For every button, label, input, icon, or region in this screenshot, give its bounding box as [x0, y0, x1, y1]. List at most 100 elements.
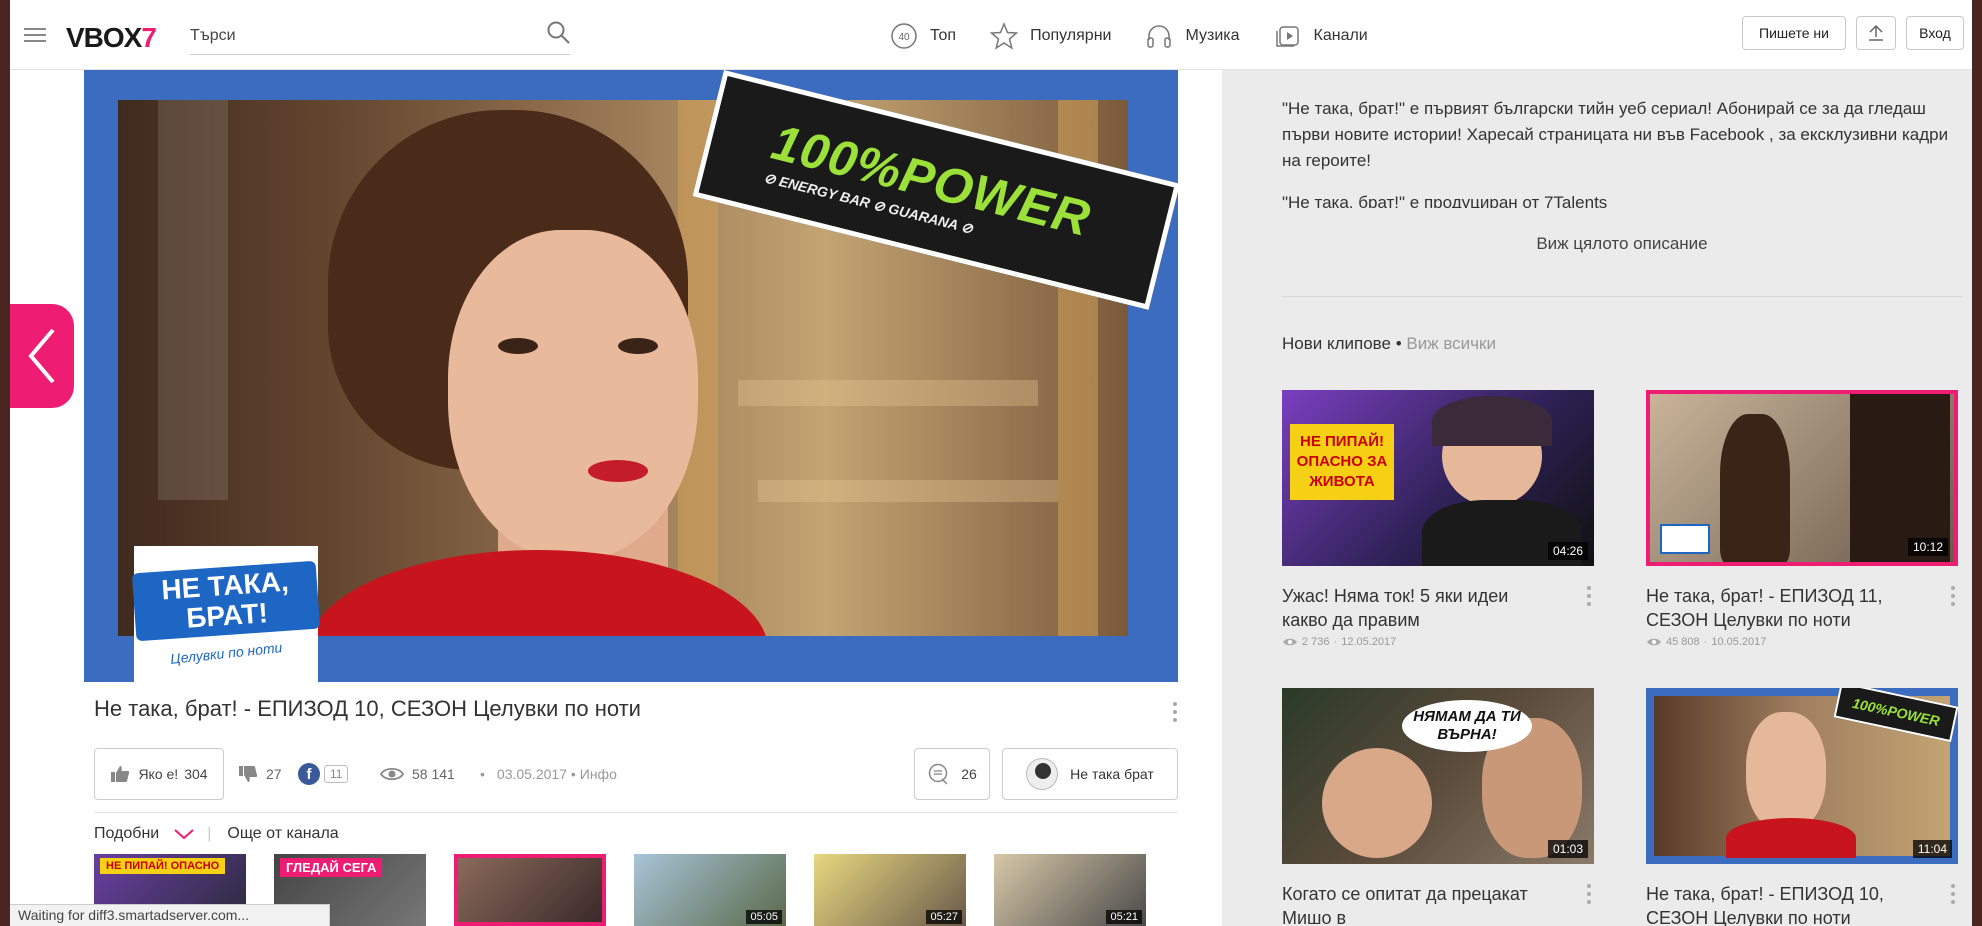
previous-video-button[interactable]	[10, 304, 74, 408]
search-input[interactable]	[190, 17, 570, 55]
clip-duration: 04:26	[1547, 542, 1588, 560]
page: VBOX7 40 Топ Популярни	[0, 0, 1982, 926]
channel-button[interactable]: Не така брат	[1002, 748, 1178, 800]
nav-top-label: Топ	[930, 27, 957, 44]
clip-duration: 01:03	[1547, 840, 1588, 858]
clip-views: 45 808	[1666, 636, 1700, 648]
related-thumb-label: ГЛЕДАЙ СЕГА	[280, 858, 383, 877]
eye-icon	[380, 767, 404, 781]
clip-card[interactable]: 10:12 Не така, брат! - ЕПИЗОД 11, СЕЗОН …	[1646, 390, 1958, 648]
search-icon[interactable]	[546, 20, 572, 46]
new-clips-label: Нови клипове •	[1282, 334, 1402, 353]
comment-count: 26	[961, 766, 977, 782]
tab-channel[interactable]: Още от канала	[227, 825, 338, 843]
clip-meta: 45 808 · 10.05.2017	[1646, 636, 1958, 648]
clip-card[interactable]: 100%POWER 11:04 Не така, брат! - ЕПИЗОД …	[1646, 688, 1958, 926]
clip-more-menu[interactable]	[1584, 586, 1594, 610]
eye-icon	[1647, 638, 1661, 646]
sidebar: "Не така, брат!" е първият български тий…	[1222, 70, 1972, 926]
clip-thumb-text: НЯМАМ ДА ТИ ВЪРНА!	[1402, 700, 1532, 752]
clip-thumb-text: НЕ ПИПАЙ! ОПАСНО ЗА ЖИВОТА	[1290, 424, 1394, 500]
related-thumb[interactable]: 05:05	[634, 854, 786, 926]
show-logo-title: НЕ ТАКА, БРАТ!	[131, 560, 321, 642]
show-logo-subtitle: Целувки по ноти	[169, 639, 283, 667]
chevron-down-icon[interactable]	[173, 827, 195, 841]
thumbs-up-icon	[111, 766, 130, 782]
top-40-icon: 40	[891, 23, 917, 49]
clip-duration: 10:12	[1907, 538, 1948, 556]
clip-title[interactable]: Не така, брат! - ЕПИЗОД 11, СЕЗОН Целувк…	[1646, 584, 1918, 632]
clip-title[interactable]: Не така, брат! - ЕПИЗОД 10, СЕЗОН Целувк…	[1646, 882, 1918, 926]
channel-description-more: "Не така, брат!" е продуциран от 7Talent…	[1282, 193, 1608, 208]
upload-button[interactable]	[1856, 16, 1896, 50]
clip-more-menu[interactable]	[1948, 586, 1958, 610]
browser-status-bar: Waiting for diff3.smartadserver.com...	[10, 904, 330, 926]
nav-music[interactable]: Музика	[1145, 22, 1240, 50]
related-thumb[interactable]	[454, 854, 606, 926]
related-thumb[interactable]: 05:21	[994, 854, 1146, 926]
upload-icon	[1869, 24, 1883, 41]
facebook-share-button[interactable]: f 11	[298, 760, 349, 788]
clip-more-menu[interactable]	[1948, 884, 1958, 908]
nav-channels[interactable]: Канали	[1274, 22, 1368, 50]
thumbs-down-icon	[239, 766, 258, 782]
menu-icon[interactable]	[24, 28, 46, 42]
views-stat: 58 141	[380, 760, 455, 788]
clip-thumbnail[interactable]: НЯМАМ ДА ТИ ВЪРНА! 01:03	[1282, 688, 1594, 864]
video-title: Не така, брат! - ЕПИЗОД 10, СЕЗОН Целувк…	[94, 696, 641, 721]
clip-duration: 11:04	[1912, 840, 1952, 858]
info-link[interactable]: Инфо	[580, 766, 617, 782]
clip-meta: 2 736 · 12.05.2017	[1282, 636, 1594, 648]
see-full-description-link[interactable]: Виж цялото описание	[1282, 234, 1962, 254]
comment-icon	[928, 763, 948, 785]
clip-title[interactable]: Ужас! Няма ток! 5 яки идеи какво да прав…	[1282, 584, 1554, 632]
svg-text:40: 40	[898, 32, 910, 43]
facebook-share-count: 11	[324, 765, 349, 783]
like-button[interactable]: Яко е! 304	[94, 748, 224, 800]
clip-thumbnail[interactable]: 10:12	[1646, 390, 1958, 566]
site-logo[interactable]: VBOX7	[66, 22, 157, 54]
nav-popular[interactable]: Популярни	[990, 22, 1111, 50]
clip-more-menu[interactable]	[1584, 884, 1594, 908]
contact-button[interactable]: Пишете ни	[1742, 16, 1846, 50]
eye-icon	[1283, 638, 1297, 646]
clip-thumbnail[interactable]: НЕ ПИПАЙ! ОПАСНО ЗА ЖИВОТА 04:26	[1282, 390, 1594, 566]
clip-date: 12.05.2017	[1341, 636, 1397, 648]
clip-title[interactable]: Когато се опитат да прецакат Мишо в	[1282, 882, 1554, 926]
login-button[interactable]: Вход	[1906, 16, 1964, 50]
clip-card[interactable]: НЯМАМ ДА ТИ ВЪРНА! 01:03 Когато се опита…	[1282, 688, 1594, 926]
new-clips-heading: Нови клипове • Виж всички	[1282, 334, 1496, 354]
channel-description: "Не така, брат!" е първият български тий…	[1282, 99, 1949, 170]
video-player[interactable]: НЕ ТАКА, БРАТ! Целувки по ноти 100%POWER…	[84, 70, 1178, 682]
related-thumb[interactable]: 05:27	[814, 854, 966, 926]
divider	[1282, 296, 1962, 297]
headphones-icon	[1147, 25, 1172, 48]
channel-avatar	[1026, 758, 1059, 790]
clip-thumbnail[interactable]: 100%POWER 11:04	[1646, 688, 1958, 864]
channel-name: Не така брат	[1070, 766, 1154, 782]
view-count: 58 141	[412, 766, 455, 782]
nav-popular-label: Популярни	[1030, 27, 1112, 44]
clip-views: 2 736	[1302, 636, 1330, 648]
nav-music-label: Музика	[1185, 27, 1240, 44]
tab-similar[interactable]: Подобни	[94, 825, 159, 843]
publish-date: 03.05.2017 •	[496, 766, 576, 782]
chevron-left-icon	[28, 328, 55, 384]
related-thumb-duration: 05:27	[926, 910, 962, 924]
related-thumb-duration: 05:21	[1106, 910, 1142, 924]
related-thumb-duration: 05:05	[746, 910, 782, 924]
comments-button[interactable]: 26	[914, 748, 990, 800]
dislike-count: 27	[266, 766, 282, 782]
clip-card[interactable]: НЕ ПИПАЙ! ОПАСНО ЗА ЖИВОТА 04:26 Ужас! Н…	[1282, 390, 1594, 648]
video-more-menu[interactable]	[1170, 702, 1180, 726]
publish-info: • 03.05.2017 • Инфо	[480, 766, 617, 782]
facebook-icon: f	[298, 763, 320, 785]
dislike-button[interactable]: 27	[238, 760, 282, 788]
divider	[94, 812, 1178, 813]
see-all-link[interactable]: Виж всички	[1406, 334, 1496, 353]
like-count: 304	[184, 766, 208, 782]
top-header: VBOX7 40 Топ Популярни	[10, 0, 1972, 70]
star-icon	[990, 22, 1019, 50]
show-logo: НЕ ТАКА, БРАТ! Целувки по ноти	[131, 546, 321, 682]
nav-top[interactable]: 40 Топ	[890, 22, 956, 50]
